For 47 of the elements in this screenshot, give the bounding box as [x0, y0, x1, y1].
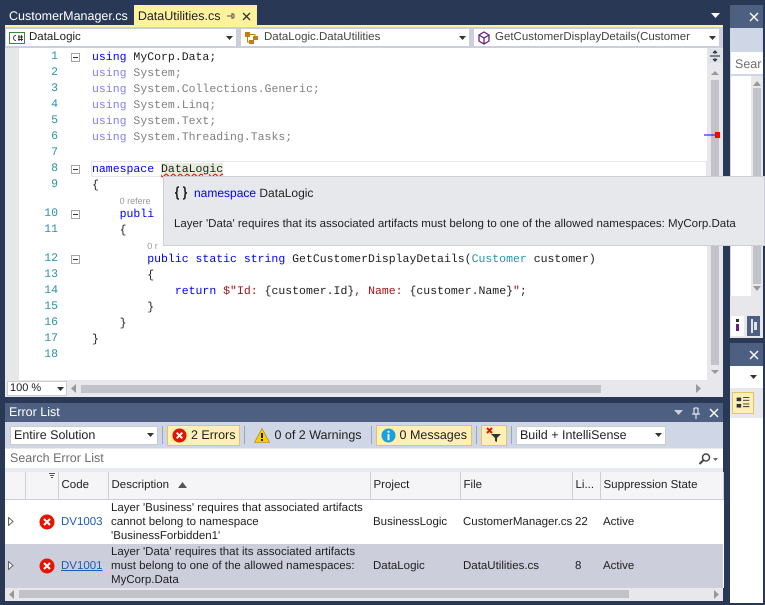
- code-line: using System.Threading.Tasks;: [92, 131, 292, 144]
- code-line: using System.Linq;: [92, 99, 216, 112]
- line-number: 15: [43, 299, 58, 316]
- panel-title: Error List: [9, 404, 60, 422]
- line-number: 1: [50, 49, 58, 66]
- file-cell: CustomerManager.cs: [460, 499, 572, 544]
- suppression-state-cell: Active: [600, 544, 723, 588]
- code-line: using MyCorp.Data;: [92, 51, 216, 64]
- signature-text: namespace DataLogic: [194, 185, 314, 202]
- code-line: }: [92, 333, 99, 346]
- code-line: {: [146, 269, 154, 282]
- line-number: 13: [43, 267, 58, 284]
- suppression-state-cell: Active: [600, 499, 723, 544]
- line-number: 8: [50, 161, 58, 178]
- code-line: using System.Collections.Generic;: [92, 83, 320, 96]
- code-line: using System.Text;: [92, 115, 216, 128]
- line-number: 16: [43, 315, 58, 332]
- project-cell: DataLogic: [370, 544, 460, 588]
- line-number: 5: [50, 113, 58, 130]
- line-number: 10: [43, 206, 58, 222]
- description-cell: Layer 'Business' requires that associated artifacts cannot belong to namespace 'BusinessForbidden1': [108, 499, 370, 544]
- code-line: }: [146, 301, 154, 314]
- line-number: 17: [43, 331, 58, 348]
- code-line: namespace DataLogic: [92, 163, 224, 176]
- code-line: public static string GetCustomerDisplayDetails(Customer customer): [146, 253, 596, 266]
- line-number: 12: [43, 251, 58, 268]
- line-number: 14: [43, 283, 58, 300]
- line-number: 11: [43, 222, 58, 238]
- description-cell: Layer 'Data' requires that its associated artifacts must belong to one of the allowed namespaces: MyCorp.Data: [108, 544, 370, 588]
- line-number: 9: [50, 177, 58, 194]
- project-cell: BusinessLogic: [370, 499, 460, 544]
- line-number: 2: [50, 65, 58, 82]
- code-line: publi: [118, 208, 154, 221]
- file-cell: DataUtilities.cs: [460, 544, 572, 588]
- line-number: 18: [43, 347, 58, 364]
- error-message: Layer 'Data' requires that its associated artifacts must belong to one of the allowed namespaces: MyCorp.Data: [174, 217, 737, 232]
- line-number: 4: [50, 97, 58, 114]
- code-line: {: [92, 179, 99, 192]
- line-number: 7: [50, 145, 58, 162]
- code-line: using System;: [92, 67, 182, 80]
- code-line: {: [118, 224, 127, 237]
- code-line: return $"Id: {customer.Id}, Name: {customer.Name}";: [174, 285, 527, 298]
- line-number: 6: [50, 129, 58, 146]
- line-cell: 8: [572, 544, 600, 588]
- code-line: }: [118, 317, 127, 330]
- line-cell: 22: [572, 499, 600, 544]
- line-number: 3: [50, 81, 58, 98]
